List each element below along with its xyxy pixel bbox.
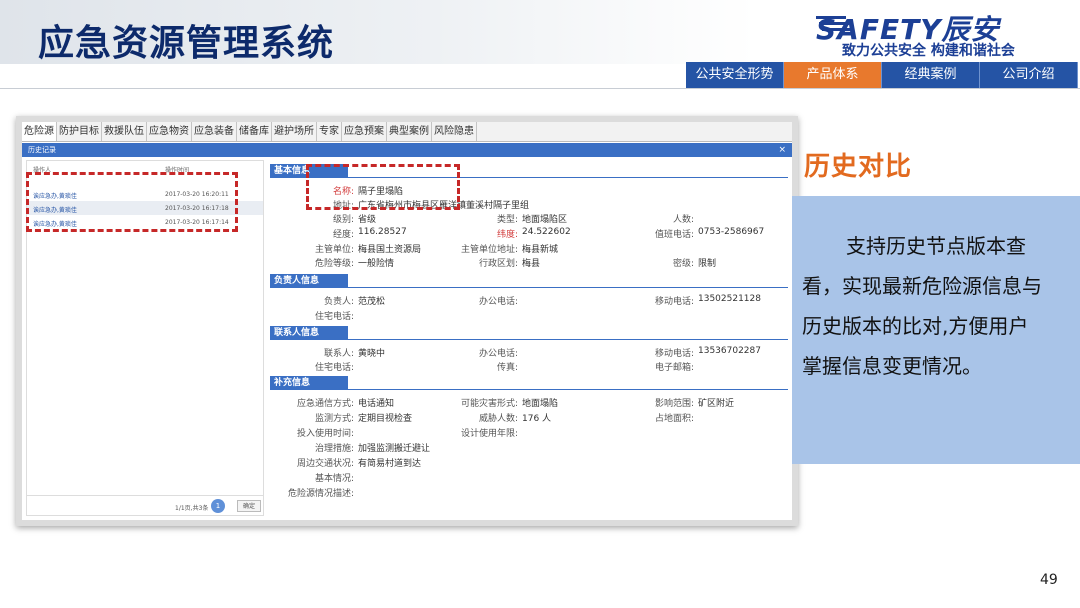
history-dialog-titlebar: 历史记录 × — [22, 143, 792, 157]
level-value: 省级 — [358, 215, 377, 225]
comm-label: 应急通信方式: — [296, 399, 354, 409]
risk-level-label: 危险等级: — [314, 259, 354, 269]
dept-label: 主管单位: — [314, 245, 354, 255]
contact-value: 黄晓中 — [358, 349, 386, 359]
slide: 应急资源管理系统 SAFETY辰安 致力公共安全 构建和谐社会 公共安全形势 产… — [0, 0, 1080, 608]
section-divider — [270, 339, 788, 340]
feature-description: 支持历史节点版本查看，实现最新危险源信息与历史版本的比对,方便用户掌握信息变更情… — [802, 234, 1042, 378]
tab-reserve-depot[interactable]: 储备库 — [237, 122, 272, 141]
monitor-label: 监测方式: — [314, 414, 354, 424]
owner-value: 范茂松 — [358, 297, 386, 307]
nav-item-safety-situation[interactable]: 公共安全形势 — [686, 62, 784, 88]
resource-tabs: 危险源 防护目标 救援队伍 应急物资 应急装备 储备库 避护场所 专家 应急预案… — [22, 122, 792, 142]
history-dialog-title: 历史记录 — [28, 146, 56, 154]
basic-situation-label: 基本情况: — [314, 474, 354, 484]
nav-item-company-intro[interactable]: 公司介绍 — [980, 62, 1078, 88]
tab-emergency-plan[interactable]: 应急预案 — [342, 122, 387, 141]
longitude-value: 116.28527 — [358, 227, 407, 237]
traffic-label: 周边交通状况: — [296, 459, 354, 469]
owner-mobile-value: 13502521128 — [698, 294, 761, 304]
measure-label: 治理措施: — [314, 444, 354, 454]
longitude-label: 经度: — [332, 230, 354, 240]
contact-fax-label: 传真: — [496, 363, 518, 373]
contact-mobile-value: 13536702287 — [698, 346, 761, 356]
traffic-value: 有简易村道到达 — [358, 459, 422, 469]
contact-label: 联系人: — [323, 349, 354, 359]
tab-shelter[interactable]: 避护场所 — [272, 122, 317, 141]
disaster-value: 地面塌陷 — [522, 399, 559, 409]
pager: 1/1页,共3条 1 确定 — [27, 495, 263, 515]
section-extra-info: 补充信息 — [270, 376, 348, 390]
changed-field-highlight-box — [306, 164, 460, 210]
tab-hazard-source[interactable]: 危险源 — [22, 122, 57, 141]
company-logo: SAFETY辰安 致力公共安全 构建和谐社会 — [816, 8, 1046, 60]
start-time-label: 投入使用时间: — [296, 429, 354, 439]
nav-item-product-system[interactable]: 产品体系 — [784, 62, 882, 88]
category-value: 地面塌陷区 — [522, 215, 568, 225]
owner-mobile-label: 移动电话: — [654, 297, 694, 307]
duty-phone-value: 0753-2586967 — [698, 227, 765, 237]
region-label: 行政区划: — [478, 259, 518, 269]
tab-typical-case[interactable]: 典型案例 — [387, 122, 432, 141]
section-divider — [270, 389, 788, 390]
logo-slogan: 致力公共安全 构建和谐社会 — [842, 43, 1015, 59]
header-divider — [0, 88, 1080, 89]
dept-address-label: 主管单位地址: — [460, 245, 518, 255]
tab-risk-hazard[interactable]: 风险隐患 — [432, 122, 477, 141]
contact-email-label: 电子邮箱: — [654, 363, 694, 373]
disaster-label: 可能灾害形式: — [460, 399, 518, 409]
page-number: 49 — [1040, 572, 1058, 588]
monitor-value: 定期目视检查 — [358, 414, 413, 424]
owner-office-label: 办公电话: — [478, 297, 518, 307]
section-contact-info: 联系人信息 — [270, 326, 348, 340]
tab-rescue-team[interactable]: 救援队伍 — [102, 122, 147, 141]
duty-phone-label: 值班电话: — [654, 230, 694, 240]
level-label: 级别: — [332, 215, 354, 225]
comm-value: 电话通知 — [358, 399, 395, 409]
nav-item-classic-cases[interactable]: 经典案例 — [882, 62, 980, 88]
range-value: 矿区附近 — [698, 399, 735, 409]
tab-emergency-equipment[interactable]: 应急装备 — [192, 122, 237, 141]
page-title: 应急资源管理系统 — [38, 23, 335, 64]
latitude-value: 24.522602 — [522, 227, 571, 237]
category-label: 类型: — [496, 215, 518, 225]
hazard-detail-panel: 基本信息 名称: 隔子里塌陷 地址: 广东省梅州市梅县区雁洋镇董溪村隔子里组 级… — [270, 160, 788, 516]
feature-title: 历史对比 — [804, 152, 913, 182]
pager-go-button[interactable]: 确定 — [237, 500, 261, 512]
design-life-label: 设计使用年限: — [460, 429, 518, 439]
section-divider — [270, 287, 788, 288]
history-highlight-box — [26, 172, 238, 232]
pager-summary: 1/1页,共3条 — [175, 505, 209, 512]
threat-label: 威胁人数: — [478, 414, 518, 424]
threat-value: 176 人 — [522, 414, 552, 424]
latitude-label: 纬度: — [496, 230, 518, 240]
tab-protection-target[interactable]: 防护目标 — [57, 122, 102, 141]
owner-home-label: 住宅电话: — [314, 312, 354, 322]
pager-page-button[interactable]: 1 — [211, 499, 225, 513]
secret-level-value: 限制 — [698, 259, 717, 269]
dept-value: 梅县国土资源局 — [358, 245, 422, 255]
top-nav: 公共安全形势 产品体系 经典案例 公司介绍 — [686, 62, 1078, 88]
hazard-desc-label: 危险源情况描述: — [287, 489, 354, 499]
area-label: 占地面积: — [654, 414, 694, 424]
contact-mobile-label: 移动电话: — [654, 349, 694, 359]
section-owner-info: 负责人信息 — [270, 274, 348, 288]
risk-level-value: 一般险情 — [358, 259, 395, 269]
owner-label: 负责人: — [323, 297, 354, 307]
region-value: 梅县 — [522, 259, 541, 269]
secret-level-label: 密级: — [672, 259, 694, 269]
contact-office-label: 办公电话: — [478, 349, 518, 359]
tab-emergency-supplies[interactable]: 应急物资 — [147, 122, 192, 141]
close-icon[interactable]: × — [778, 143, 786, 157]
dept-address-value: 梅县新城 — [522, 245, 559, 255]
people-label: 人数: — [672, 215, 694, 225]
contact-home-label: 住宅电话: — [314, 363, 354, 373]
measure-value: 加强监测搬迁避让 — [358, 444, 431, 454]
tab-expert[interactable]: 专家 — [317, 122, 342, 141]
range-label: 影响范围: — [654, 399, 694, 409]
